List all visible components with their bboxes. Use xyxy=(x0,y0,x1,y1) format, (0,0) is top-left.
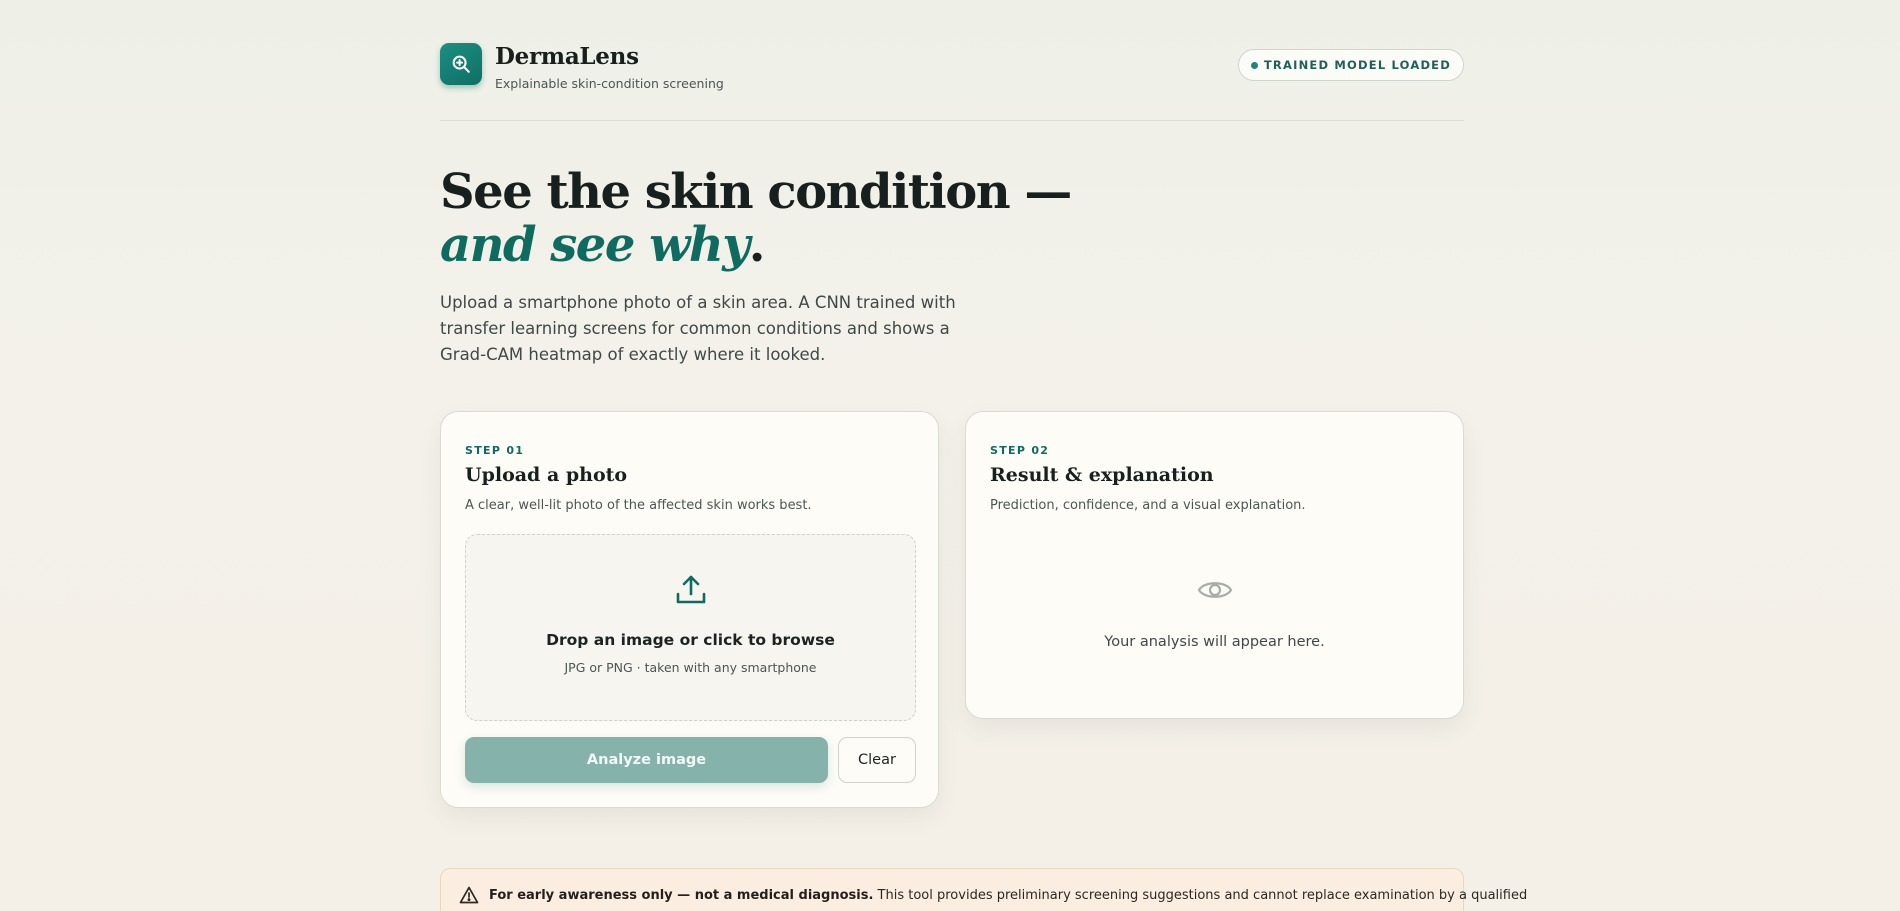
model-status-badge: TRAINED MODEL LOADED xyxy=(1237,49,1464,81)
upload-card: STEP 01 Upload a photo A clear, well-lit… xyxy=(440,411,939,808)
app-header: DermaLens Explainable skin-condition scr… xyxy=(440,43,1464,121)
result-card-subtitle: Prediction, confidence, and a visual exp… xyxy=(990,498,1306,513)
result-card: STEP 02 Result & explanation Prediction,… xyxy=(965,411,1464,719)
hero-title-end: . xyxy=(748,217,766,273)
medical-disclaimer: For early awareness only — not a medical… xyxy=(440,868,1527,911)
hero-title-main: See the skin condition — xyxy=(440,164,1072,220)
result-step-label: STEP 02 xyxy=(990,444,1050,457)
dropzone-subtitle: JPG or PNG · taken with any smartphone xyxy=(564,660,817,675)
hero-title: See the skin condition — and see why. xyxy=(440,166,1080,272)
warning-icon xyxy=(459,886,479,908)
upload-icon xyxy=(674,573,708,611)
result-placeholder: Your analysis will appear here. xyxy=(1104,634,1325,650)
upload-card-title: Upload a photo xyxy=(465,464,628,486)
image-dropzone[interactable]: Drop an image or click to browse JPG or … xyxy=(465,534,916,721)
status-dot-icon xyxy=(1250,61,1258,69)
status-label: TRAINED MODEL LOADED xyxy=(1263,58,1451,72)
hero-description: Upload a smartphone photo of a skin area… xyxy=(440,293,956,364)
disclaimer-bold: For early awareness only — not a medical… xyxy=(489,888,874,903)
app-tagline: Explainable skin-condition screening xyxy=(495,76,724,91)
analyze-image-button[interactable]: Analyze image xyxy=(465,737,828,783)
eye-icon xyxy=(1197,576,1233,608)
upload-step-label: STEP 01 xyxy=(465,444,525,457)
clear-button[interactable]: Clear xyxy=(838,737,916,783)
hero-title-accent: and see why xyxy=(440,217,750,273)
zoom-in-icon[interactable] xyxy=(440,43,482,85)
page: DermaLens Explainable skin-condition scr… xyxy=(440,0,1527,911)
app-title: DermaLens xyxy=(495,43,639,70)
result-card-title: Result & explanation xyxy=(990,464,1214,486)
disclaimer-text: For early awareness only — not a medical… xyxy=(489,888,1527,903)
disclaimer-body: This tool provides preliminary screening… xyxy=(873,888,1528,903)
upload-card-subtitle: A clear, well-lit photo of the affected … xyxy=(465,498,812,513)
dropzone-title: Drop an image or click to browse xyxy=(546,631,835,649)
